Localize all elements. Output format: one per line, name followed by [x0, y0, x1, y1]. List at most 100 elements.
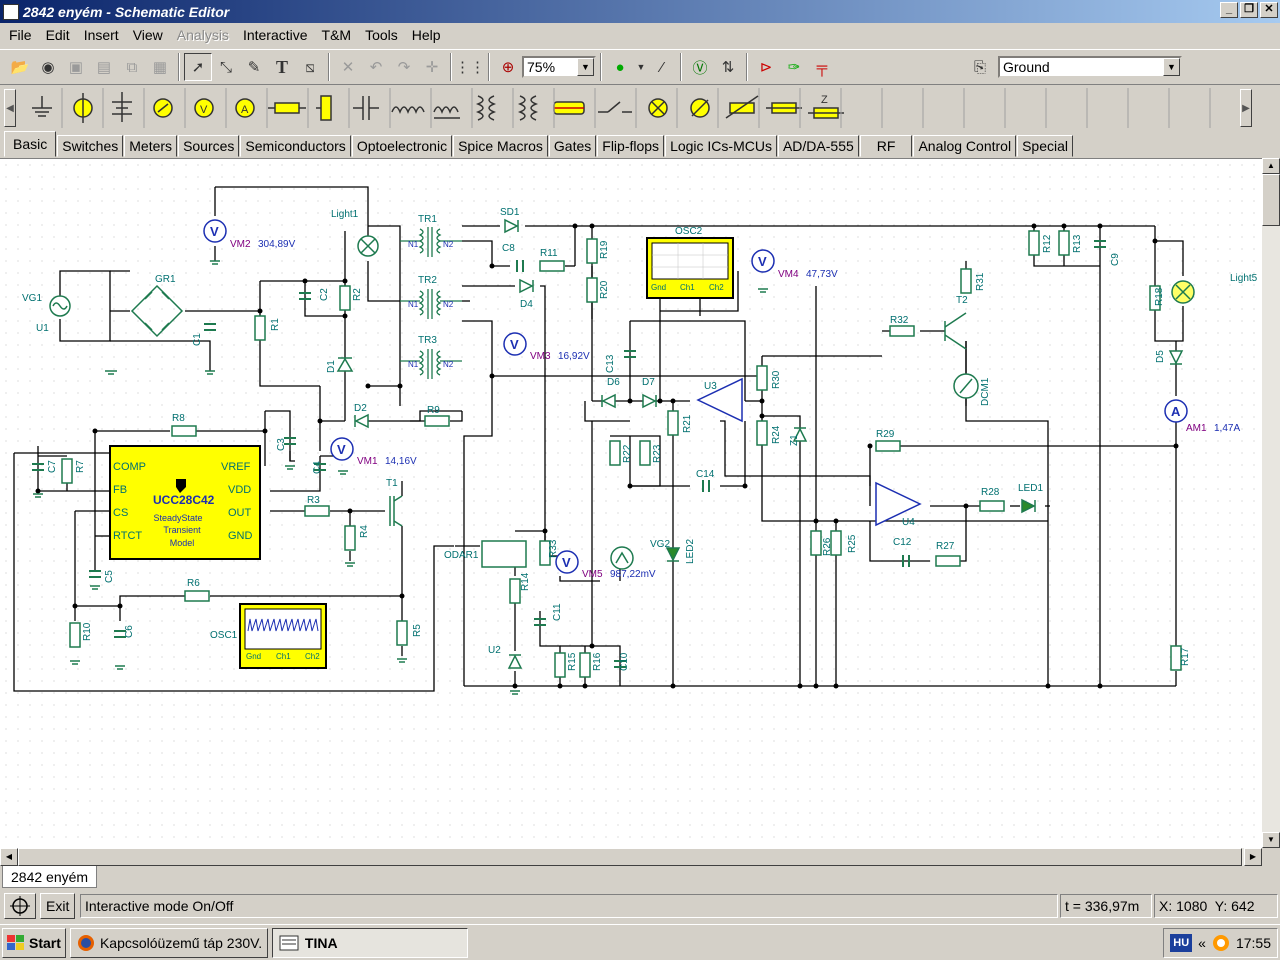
probe-icon[interactable]: ●	[606, 53, 634, 81]
svg-text:V: V	[562, 555, 571, 570]
scroll-left-icon[interactable]: ◀	[0, 848, 18, 866]
tab-analog-control[interactable]: Analog Control	[913, 135, 1017, 157]
tab-spice-macros[interactable]: Spice Macros	[453, 135, 548, 157]
impedance-icon: Z	[808, 94, 844, 119]
save-icon[interactable]: ▣	[62, 53, 90, 81]
tag-icon[interactable]: ⧅	[296, 53, 324, 81]
pin-tool-icon[interactable]: ╤	[808, 53, 836, 81]
scroll-right-icon[interactable]: ▶	[1244, 848, 1262, 866]
tab-semiconductors[interactable]: Semiconductors	[240, 135, 351, 157]
tr-probe-icon[interactable]: ▼	[634, 53, 648, 81]
chevron-right-icon[interactable]: ▶	[1240, 89, 1252, 127]
menu-edit[interactable]: Edit	[39, 27, 77, 43]
svg-text:C2: C2	[319, 288, 330, 301]
interactive-mode-icon[interactable]	[4, 893, 36, 919]
menu-tools[interactable]: Tools	[358, 27, 405, 43]
chevron-left-icon[interactable]: ◀	[4, 89, 16, 127]
wire-icon[interactable]: ⤡	[212, 53, 240, 81]
resistor-vertical-icon	[316, 95, 332, 121]
web-icon[interactable]: ◉	[34, 53, 62, 81]
horizontal-scrollbar[interactable]: ◀ ▶	[0, 848, 1262, 866]
document-tab[interactable]: 2842 enyém	[2, 866, 98, 888]
menu-interactive[interactable]: Interactive	[236, 27, 315, 43]
close-button[interactable]: ✕	[1260, 2, 1278, 18]
tab-special[interactable]: Special	[1017, 135, 1073, 157]
value-probe-icon[interactable]: ⇅	[714, 53, 742, 81]
taskbar-item-tina[interactable]: TINA	[271, 927, 468, 958]
toolbar-separator	[178, 53, 180, 81]
tab-basic[interactable]: Basic	[4, 131, 57, 157]
undo-icon[interactable]: ↶	[362, 53, 390, 81]
pen-icon[interactable]: ✎	[240, 53, 268, 81]
menu-analysis[interactable]: Analysis	[170, 27, 236, 43]
menu-view[interactable]: View	[126, 27, 170, 43]
scroll-thumb[interactable]	[18, 848, 1242, 866]
oscilloscope-osc2[interactable]: Gnd Ch1 Ch2	[646, 237, 734, 299]
tray-expand-icon[interactable]: «	[1198, 935, 1206, 951]
ground-tool-icon[interactable]: ⎘	[966, 53, 994, 81]
svg-text:N2: N2	[443, 360, 454, 369]
tab-switches[interactable]: Switches	[57, 135, 124, 157]
chevron-down-icon[interactable]: ▼	[577, 58, 594, 76]
minimize-button[interactable]: _	[1220, 2, 1238, 18]
svg-text:R11: R11	[540, 248, 558, 259]
tab-adda-555[interactable]: AD/DA-555	[777, 135, 859, 157]
tab-sources[interactable]: Sources	[178, 135, 240, 157]
svg-text:R22: R22	[622, 444, 633, 463]
tab-flip-flops[interactable]: Flip-flops	[597, 135, 665, 157]
tab-rf[interactable]: RF	[859, 135, 913, 157]
oscilloscope-osc1[interactable]: Gnd Ch1 Ch2	[239, 603, 327, 669]
scroll-up-icon[interactable]: ▲	[1262, 158, 1280, 174]
exit-button[interactable]: Exit	[40, 893, 76, 919]
toolbar-separator	[600, 53, 602, 81]
start-button[interactable]: Start	[2, 927, 66, 958]
marker-tool-icon[interactable]: ✑	[780, 53, 808, 81]
grid-icon[interactable]: ⋮⋮	[455, 53, 485, 81]
taskbar-item-firefox[interactable]: Kapcsolóüzemű táp 230V...	[69, 927, 268, 958]
scroll-thumb[interactable]	[1262, 174, 1280, 226]
menu-insert[interactable]: Insert	[77, 27, 126, 43]
tab-meters[interactable]: Meters	[124, 135, 178, 157]
menu-tm[interactable]: T&M	[315, 27, 359, 43]
meter-probe-icon[interactable]: Ⓥ	[686, 53, 714, 81]
restore-button[interactable]: ❐	[1240, 2, 1258, 18]
svg-text:V: V	[510, 337, 519, 352]
tab-optoelectronic[interactable]: Optoelectronic	[351, 135, 453, 157]
paste-icon[interactable]: ▦	[146, 53, 174, 81]
svg-text:C12: C12	[893, 537, 912, 548]
chevron-down-icon[interactable]: ▼	[1163, 58, 1180, 76]
junction-icon[interactable]: ✛	[418, 53, 446, 81]
scroll-down-icon[interactable]: ▼	[1262, 832, 1280, 848]
menu-help[interactable]: Help	[405, 27, 448, 43]
svg-text:AM1: AM1	[1186, 423, 1207, 434]
winding-labels: N1 N2 N1 N2 N1 N2	[408, 240, 454, 369]
ammeter-icon: A	[235, 98, 255, 118]
scroll-corner	[1262, 848, 1280, 866]
text-icon[interactable]: T	[268, 53, 296, 81]
avast-icon[interactable]	[1212, 934, 1230, 952]
pointer-icon[interactable]: ➚	[184, 53, 212, 81]
toolbar-separator	[746, 53, 748, 81]
zoom-icon[interactable]: ⊕	[494, 53, 522, 81]
menu-file[interactable]: File	[2, 27, 39, 43]
schematic-drawing[interactable]: V V V V V A COMP FB CS RTCT VREF VDD OUT GND…	[0, 159, 1262, 848]
test-pen-icon[interactable]: ⁄	[648, 53, 676, 81]
svg-text:D4: D4	[520, 299, 533, 310]
redo-icon[interactable]: ↷	[390, 53, 418, 81]
zoom-select[interactable]: 75% ▼	[522, 56, 596, 78]
svg-text:Ch2: Ch2	[305, 652, 320, 661]
language-indicator[interactable]: HU	[1170, 934, 1193, 952]
svg-text:R25: R25	[847, 534, 858, 553]
open-folder-icon[interactable]: ▤	[90, 53, 118, 81]
tab-gates[interactable]: Gates	[548, 135, 597, 157]
open-icon[interactable]: 📂	[6, 53, 34, 81]
ground-select[interactable]: Ground ▼	[998, 56, 1182, 78]
diode-tool-icon[interactable]: ⊳	[752, 53, 780, 81]
tab-logic-ics[interactable]: Logic ICs-MCUs	[665, 135, 777, 157]
svg-text:RTCT: RTCT	[113, 530, 142, 542]
component-palette[interactable]: V A Z	[20, 88, 1230, 128]
copy-icon[interactable]: ⧉	[118, 53, 146, 81]
schematic-canvas[interactable]: V V V V V A COMP FB CS RTCT VREF VDD OUT GND…	[0, 158, 1262, 848]
delete-icon[interactable]: ✕	[334, 53, 362, 81]
vertical-scrollbar[interactable]: ▲ ▼	[1262, 158, 1280, 848]
